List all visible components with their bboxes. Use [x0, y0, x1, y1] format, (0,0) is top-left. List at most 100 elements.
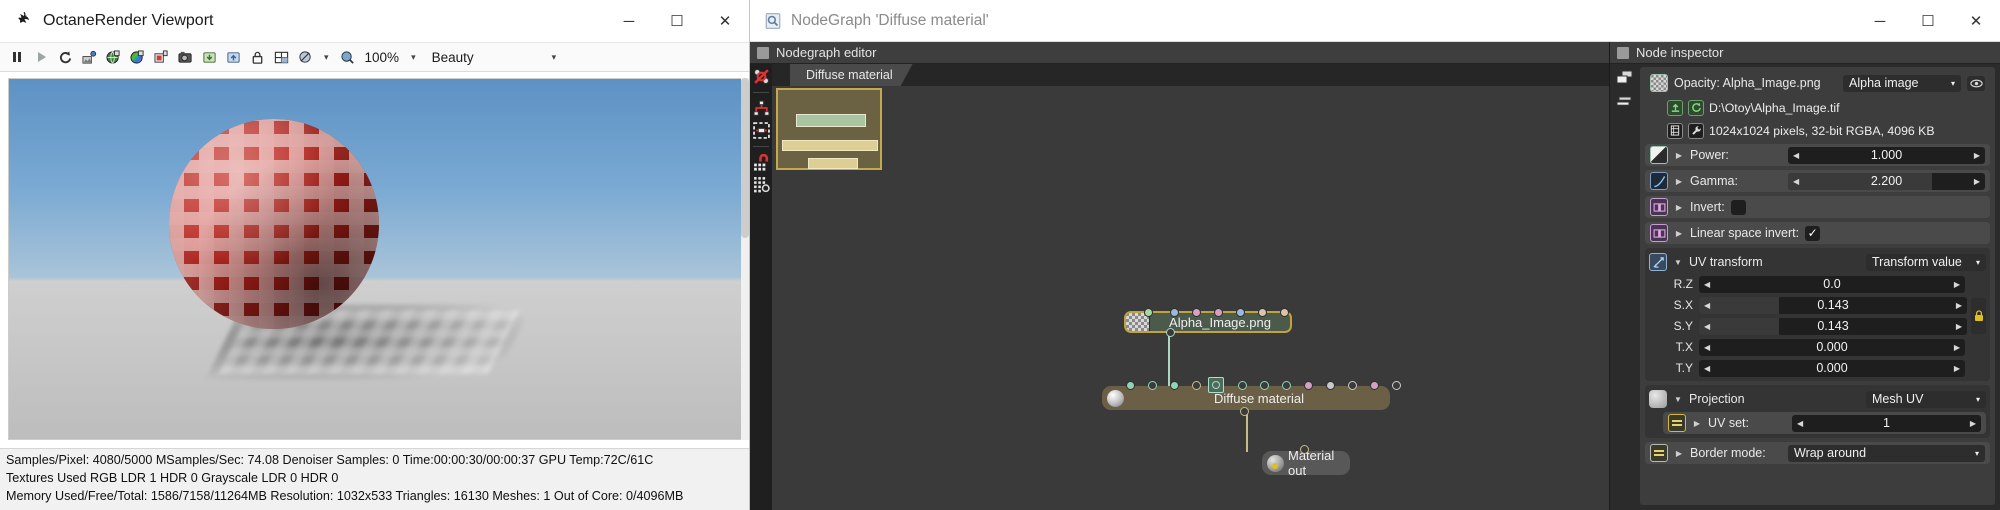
- camera-button[interactable]: [174, 46, 196, 68]
- render-settings-button[interactable]: [78, 46, 100, 68]
- uv-field-rz[interactable]: R.Z ◀ 0.0 ▶: [1649, 275, 1986, 293]
- show-grid-icon[interactable]: [753, 176, 770, 193]
- projection-collapse-arrow[interactable]: ▼: [1673, 395, 1683, 404]
- nodegraph-maximize-button[interactable]: ☐: [1904, 0, 1952, 42]
- param-gamma-increment[interactable]: ▶: [1974, 177, 1980, 186]
- param-linear-space-invert-row[interactable]: ▶ Linear space invert: ✓: [1645, 222, 1990, 244]
- uv-transform-collapse-arrow[interactable]: ▼: [1673, 258, 1683, 267]
- uv-field-rz-increment[interactable]: ▶: [1954, 280, 1960, 289]
- render-viewport[interactable]: [8, 78, 742, 440]
- viewport-scrollbar[interactable]: [741, 78, 749, 440]
- uv-set-row[interactable]: ▶ UV set: ◀ 1 ▶: [1663, 412, 1986, 434]
- uv-field-sx-increment[interactable]: ▶: [1956, 301, 1962, 310]
- param-gamma-spinner[interactable]: ◀ 2.200 ▶: [1788, 172, 1985, 190]
- param-power-expand-arrow[interactable]: ▶: [1674, 151, 1684, 160]
- nodegraph-minimize-button[interactable]: ─: [1856, 0, 1904, 42]
- uv-set-spinner[interactable]: ◀ 1 ▶: [1792, 414, 1981, 432]
- uv-field-sx[interactable]: S.X ◀ 0.143 ▶: [1649, 296, 1967, 314]
- arrange-nodes-icon[interactable]: [753, 100, 770, 117]
- uv-transform-header[interactable]: ▼ UV transform Transform value ▾: [1649, 252, 1986, 272]
- node-diffuse-material[interactable]: Diffuse material: [1102, 377, 1401, 416]
- uv-field-sy-increment[interactable]: ▶: [1956, 322, 1962, 331]
- border-mode-row[interactable]: ▶ Border mode: Wrap around ▾: [1645, 442, 1990, 464]
- param-linear-space-invert-checkbox[interactable]: ✓: [1805, 225, 1821, 241]
- nodegraph-title-bar: NodeGraph 'Diffuse material' ─ ☐ ✕: [750, 0, 2000, 42]
- viewport-maximize-button[interactable]: ☐: [653, 0, 701, 42]
- uv-field-rz-spinner[interactable]: ◀ 0.0 ▶: [1699, 275, 1965, 293]
- render-pass-label[interactable]: Beauty: [424, 50, 474, 65]
- copy-node-icon[interactable]: [1616, 70, 1634, 84]
- region-render-button[interactable]: [270, 46, 292, 68]
- uv-transform-mode-dropdown[interactable]: Transform value ▾: [1866, 253, 1986, 271]
- render-pass-dropdown-caret[interactable]: ▾: [546, 52, 563, 63]
- param-power-row[interactable]: ▶ Power: ◀ 1.000 ▶: [1645, 144, 1990, 166]
- param-gamma-expand-arrow[interactable]: ▶: [1674, 177, 1684, 186]
- node-diffuse-input-ports[interactable]: [1102, 381, 1401, 391]
- viewport-close-button[interactable]: ✕: [701, 0, 749, 42]
- node-material-out[interactable]: Material out: [1262, 445, 1350, 478]
- uv-field-ty-spinner[interactable]: ◀ 0.000 ▶: [1699, 359, 1965, 377]
- save-image-button[interactable]: [102, 46, 124, 68]
- reload-icon[interactable]: [1688, 99, 1704, 116]
- wrench-icon[interactable]: [1688, 122, 1704, 139]
- zoom-dropdown-caret[interactable]: ▾: [405, 52, 422, 63]
- node-alpha-image-output-port[interactable]: [1166, 328, 1175, 337]
- param-power-spinner[interactable]: ◀ 1.000 ▶: [1788, 146, 1985, 164]
- param-invert-checkbox[interactable]: [1730, 199, 1746, 215]
- save-render-pass-button[interactable]: [150, 46, 172, 68]
- param-linear-space-invert-expand-arrow[interactable]: ▶: [1674, 229, 1684, 238]
- nodegraph-minimap[interactable]: [776, 88, 882, 170]
- nodegraph-close-button[interactable]: ✕: [1952, 0, 2000, 42]
- param-power-increment[interactable]: ▶: [1974, 151, 1980, 160]
- load-image-icon[interactable]: [1667, 99, 1683, 116]
- border-mode-expand-arrow[interactable]: ▶: [1674, 449, 1684, 458]
- image-info-icon[interactable]: [1667, 122, 1683, 139]
- node-diffuse-connected-port-highlight[interactable]: [1208, 377, 1224, 393]
- uv-field-sx-value: 0.143: [1817, 298, 1849, 312]
- node-material-out-input-port[interactable]: [1300, 445, 1309, 454]
- image-type-dropdown[interactable]: Alpha image ▾: [1843, 74, 1961, 92]
- node-alpha-image-input-ports[interactable]: [1126, 308, 1290, 318]
- restart-render-button[interactable]: [54, 46, 76, 68]
- gamma-curve-icon: [1650, 172, 1668, 190]
- focus-picker-button[interactable]: [294, 46, 316, 68]
- export-button[interactable]: [222, 46, 244, 68]
- play-button[interactable]: [30, 46, 52, 68]
- visibility-eye-icon[interactable]: [1967, 75, 1985, 91]
- unlink-nodes-icon[interactable]: [753, 68, 770, 85]
- param-gamma-row[interactable]: ▶ Gamma: ◀ 2.200 ▶: [1645, 170, 1990, 192]
- snap-to-grid-icon[interactable]: [753, 154, 770, 171]
- node-diffuse-output-port[interactable]: [1240, 407, 1249, 416]
- zoom-tool-button[interactable]: [337, 46, 359, 68]
- viewport-minimize-button[interactable]: ─: [605, 0, 653, 42]
- pause-button[interactable]: [6, 46, 28, 68]
- nodegraph-canvas[interactable]: Alpha_Image.png Diffuse material Materia…: [772, 86, 1609, 510]
- tab-diffuse-material[interactable]: Diffuse material: [790, 64, 913, 86]
- group-nodes-icon[interactable]: [752, 122, 770, 139]
- lock-resolution-button[interactable]: [246, 46, 268, 68]
- uv-set-increment[interactable]: ▶: [1970, 419, 1976, 428]
- projection-header[interactable]: ▼ Projection Mesh UV ▾: [1649, 389, 1986, 409]
- projection-dropdown[interactable]: Mesh UV ▾: [1866, 390, 1986, 408]
- uv-field-ty-increment[interactable]: ▶: [1954, 364, 1960, 373]
- node-alpha-image[interactable]: Alpha_Image.png: [1124, 308, 1292, 337]
- uv-field-sy[interactable]: S.Y ◀ 0.143 ▶: [1649, 317, 1967, 335]
- param-invert-row[interactable]: ▶ Invert:: [1645, 196, 1990, 218]
- stack-node-icon[interactable]: [1616, 94, 1634, 108]
- status-line-textures: Textures Used RGB LDR 1 HDR 0 Grayscale …: [6, 471, 339, 486]
- import-button[interactable]: [198, 46, 220, 68]
- uv-field-tx-increment[interactable]: ▶: [1954, 343, 1960, 352]
- border-mode-dropdown[interactable]: Wrap around ▾: [1788, 444, 1985, 462]
- opacity-label: Opacity: Alpha_Image.png: [1674, 76, 1821, 90]
- focus-picker-dropdown-caret[interactable]: ▾: [318, 52, 335, 63]
- uv-field-ty[interactable]: T.Y ◀ 0.000 ▶: [1649, 359, 1986, 377]
- param-invert-expand-arrow[interactable]: ▶: [1674, 203, 1684, 212]
- color-picker-button[interactable]: [126, 46, 148, 68]
- uv-field-sy-spinner[interactable]: ◀ 0.143 ▶: [1699, 317, 1967, 335]
- lock-icon[interactable]: [1971, 297, 1986, 334]
- viewport-scrollbar-thumb[interactable]: [741, 78, 749, 238]
- uv-field-tx-spinner[interactable]: ◀ 0.000 ▶: [1699, 338, 1965, 356]
- uv-field-tx[interactable]: T.X ◀ 0.000 ▶: [1649, 338, 1986, 356]
- uv-field-sx-spinner[interactable]: ◀ 0.143 ▶: [1699, 296, 1967, 314]
- uv-set-expand-arrow[interactable]: ▶: [1692, 419, 1702, 428]
